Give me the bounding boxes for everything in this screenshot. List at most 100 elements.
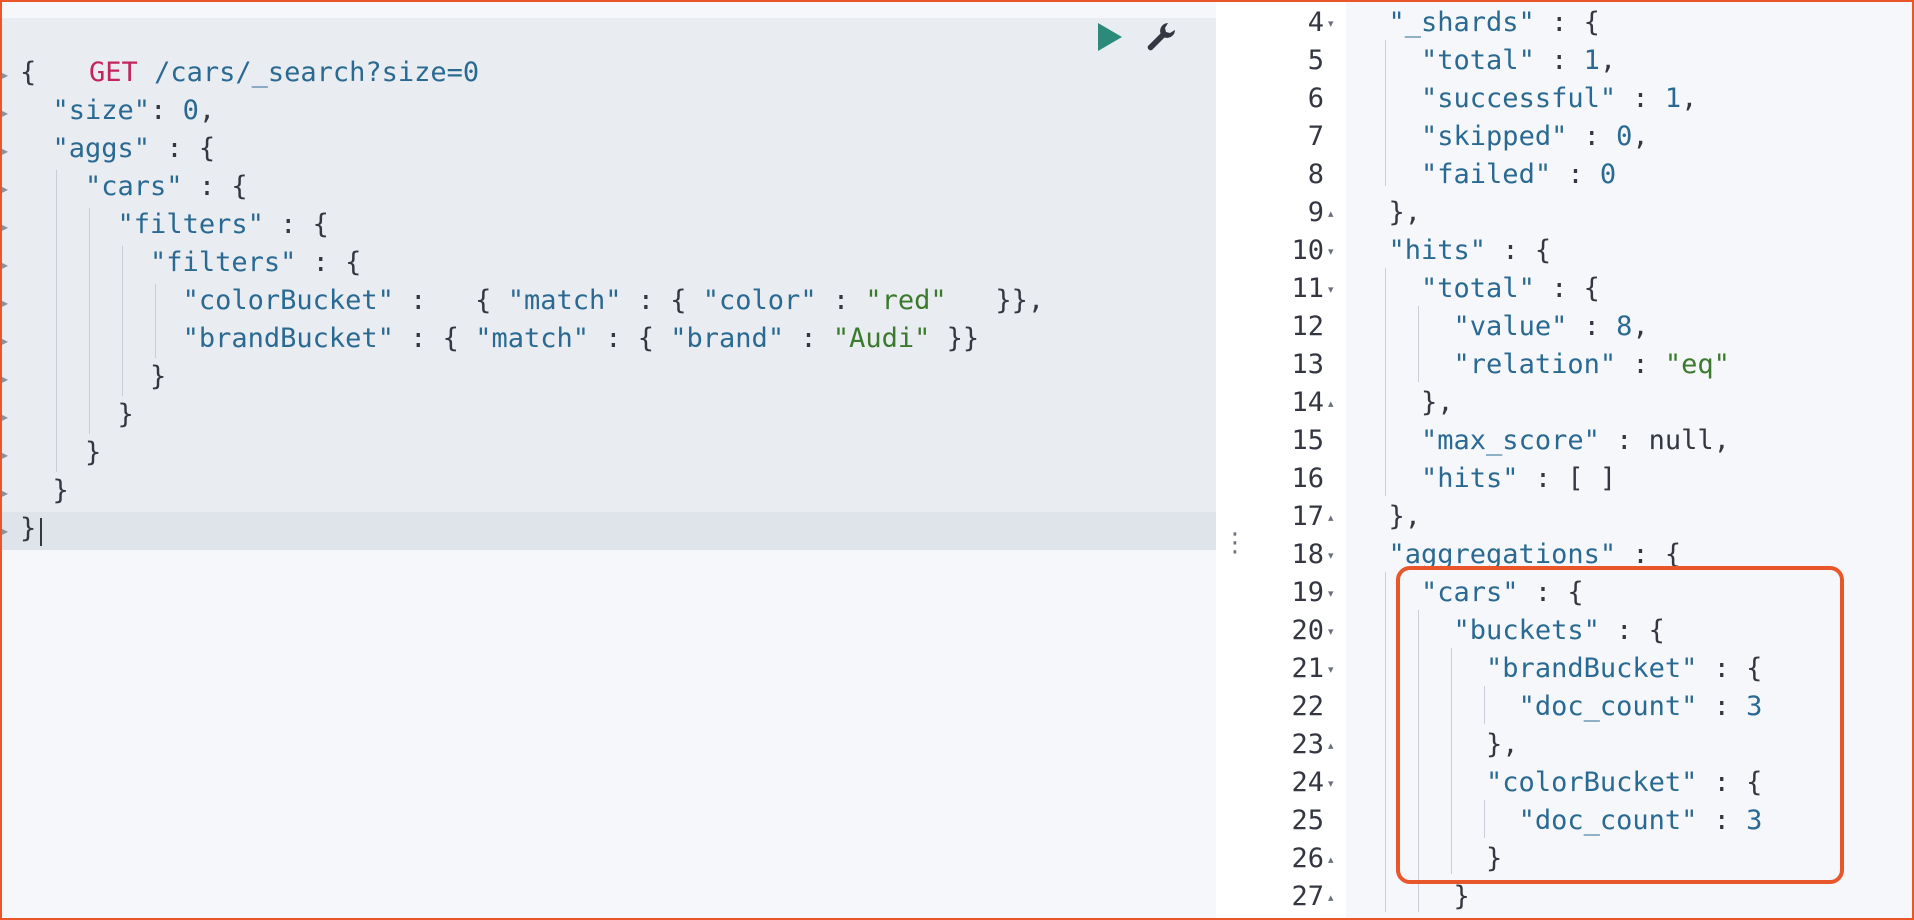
indent-guide [89,208,90,434]
request-code-line[interactable]: "filters" : { [20,206,329,244]
response-code-line: } [1356,843,1503,874]
indent-guide [155,284,156,358]
active-line-highlight [0,512,1216,550]
request-code-line[interactable]: "cars" : { [20,168,248,206]
fold-expand-icon[interactable]: ▴ [1328,384,1342,422]
fold-collapse-icon[interactable]: ▾ [1328,536,1342,574]
request-code-line[interactable]: "brandBucket" : { "match" : { "brand" : … [20,320,980,358]
fold-expand-icon[interactable]: ▴ [1328,840,1342,878]
fold-marker-icon[interactable]: ▸ [2,106,8,120]
response-code-line: "brandBucket" : { [1486,653,1763,684]
request-code-line[interactable]: } [20,434,101,472]
fold-marker-icon[interactable]: ▸ [2,220,8,234]
response-code-line: "value" : 8, [1453,311,1649,342]
fold-marker-icon[interactable]: ▸ [2,258,8,272]
response-code-line: }, [1356,501,1422,532]
line-number: 26 [1291,843,1324,874]
response-code-line: "total" : { [1421,273,1600,304]
indent-guide [1451,648,1452,874]
request-code-line[interactable]: { [20,54,36,92]
line-number: 22 [1291,691,1324,722]
wrench-icon[interactable] [1144,20,1178,54]
response-code-line: }, [1356,729,1519,760]
line-number: 27 [1291,881,1324,912]
line-number: 12 [1291,311,1324,342]
line-number: 8 [1307,159,1324,190]
line-number: 17 [1291,501,1324,532]
line-number: 16 [1291,463,1324,494]
line-number: 14 [1291,387,1324,418]
fold-marker-icon[interactable]: ▸ [2,372,8,386]
line-number: 20 [1291,615,1324,646]
request-code-line[interactable]: "colorBucket" : { "match" : { "color" : … [20,282,1045,320]
play-icon[interactable] [1094,20,1126,54]
indent-guide [56,170,57,472]
response-code-line: "cars" : { [1421,577,1584,608]
request-code-line[interactable]: } [20,472,69,510]
response-code-line: "successful" : 1, [1421,83,1698,114]
line-number: 4 [1307,7,1324,38]
fold-collapse-icon[interactable]: ▾ [1328,4,1342,42]
request-method: GET [89,57,138,88]
fold-marker-icon[interactable]: ▸ [2,144,8,158]
request-line[interactable]: GET /cars/_search?size=0 [24,16,479,88]
request-code-line[interactable]: "size": 0, [20,92,216,130]
line-number: 19 [1291,577,1324,608]
request-code-line[interactable]: "aggs" : { [20,130,216,168]
response-code-line: "max_score" : null, [1421,425,1730,456]
line-number: 24 [1291,767,1324,798]
fold-collapse-icon[interactable]: ▾ [1328,270,1342,308]
line-number: 25 [1291,805,1324,836]
line-number: 9 [1307,197,1324,228]
line-number: 5 [1307,45,1324,76]
response-code-line: "buckets" : { [1453,615,1665,646]
indent-guide [1484,686,1485,724]
response-code-line: "hits" : [ ] [1421,463,1617,494]
line-number: 18 [1291,539,1324,570]
fold-marker-icon[interactable]: ▸ [2,182,8,196]
fold-expand-icon[interactable]: ▴ [1328,726,1342,764]
fold-marker-icon[interactable]: ▸ [2,524,8,538]
fold-expand-icon[interactable]: ▴ [1328,498,1342,536]
response-code-line: } [1356,881,1470,912]
indent-guide [1385,40,1386,186]
fold-marker-icon[interactable]: ▸ [2,334,8,348]
request-editor[interactable]: GET /cars/_search?size=0 {▸ "size": 0, ▸ … [0,0,1216,920]
line-number: 23 [1291,729,1324,760]
fold-collapse-icon[interactable]: ▾ [1328,574,1342,612]
fold-marker-icon[interactable]: ▸ [2,448,8,462]
response-code-line: "skipped" : 0, [1421,121,1649,152]
vertical-ellipsis-icon[interactable]: ⋮ [1222,526,1248,560]
fold-collapse-icon[interactable]: ▾ [1328,232,1342,270]
response-code-line: "hits" : { [1388,235,1552,266]
line-number: 11 [1291,273,1324,304]
indent-guide [1418,306,1419,382]
fold-expand-icon[interactable]: ▴ [1328,194,1342,232]
indent-guide [122,246,123,396]
fold-expand-icon[interactable]: ▴ [1328,878,1342,916]
line-number: 6 [1307,83,1324,114]
line-number: 13 [1291,349,1324,380]
indent-guide [1418,610,1419,912]
request-code-line[interactable]: } [20,396,134,434]
indent-guide [1484,800,1485,838]
fold-collapse-icon[interactable]: ▾ [1328,764,1342,802]
fold-marker-icon[interactable]: ▸ [2,410,8,424]
panel-resizer[interactable] [1216,0,1246,920]
fold-collapse-icon[interactable]: ▾ [1328,650,1342,688]
line-number: 7 [1307,121,1324,152]
request-code-line[interactable]: "filters" : { [20,244,361,282]
request-code-line[interactable]: } [20,510,36,548]
request-path: /cars/_search?size=0 [154,57,480,88]
line-number: 10 [1291,235,1324,266]
fold-marker-icon[interactable]: ▸ [2,68,8,82]
fold-collapse-icon[interactable]: ▾ [1328,612,1342,650]
line-number: 21 [1291,653,1324,684]
request-code-line[interactable]: } [20,358,166,396]
indent-guide [1385,572,1386,912]
fold-marker-icon[interactable]: ▸ [2,486,8,500]
response-code-line: "doc_count" : 3 [1518,691,1763,722]
response-code-line: "total" : 1, [1421,45,1617,76]
response-code-line: "relation" : "eq" [1453,349,1730,380]
fold-marker-icon[interactable]: ▸ [2,296,8,310]
